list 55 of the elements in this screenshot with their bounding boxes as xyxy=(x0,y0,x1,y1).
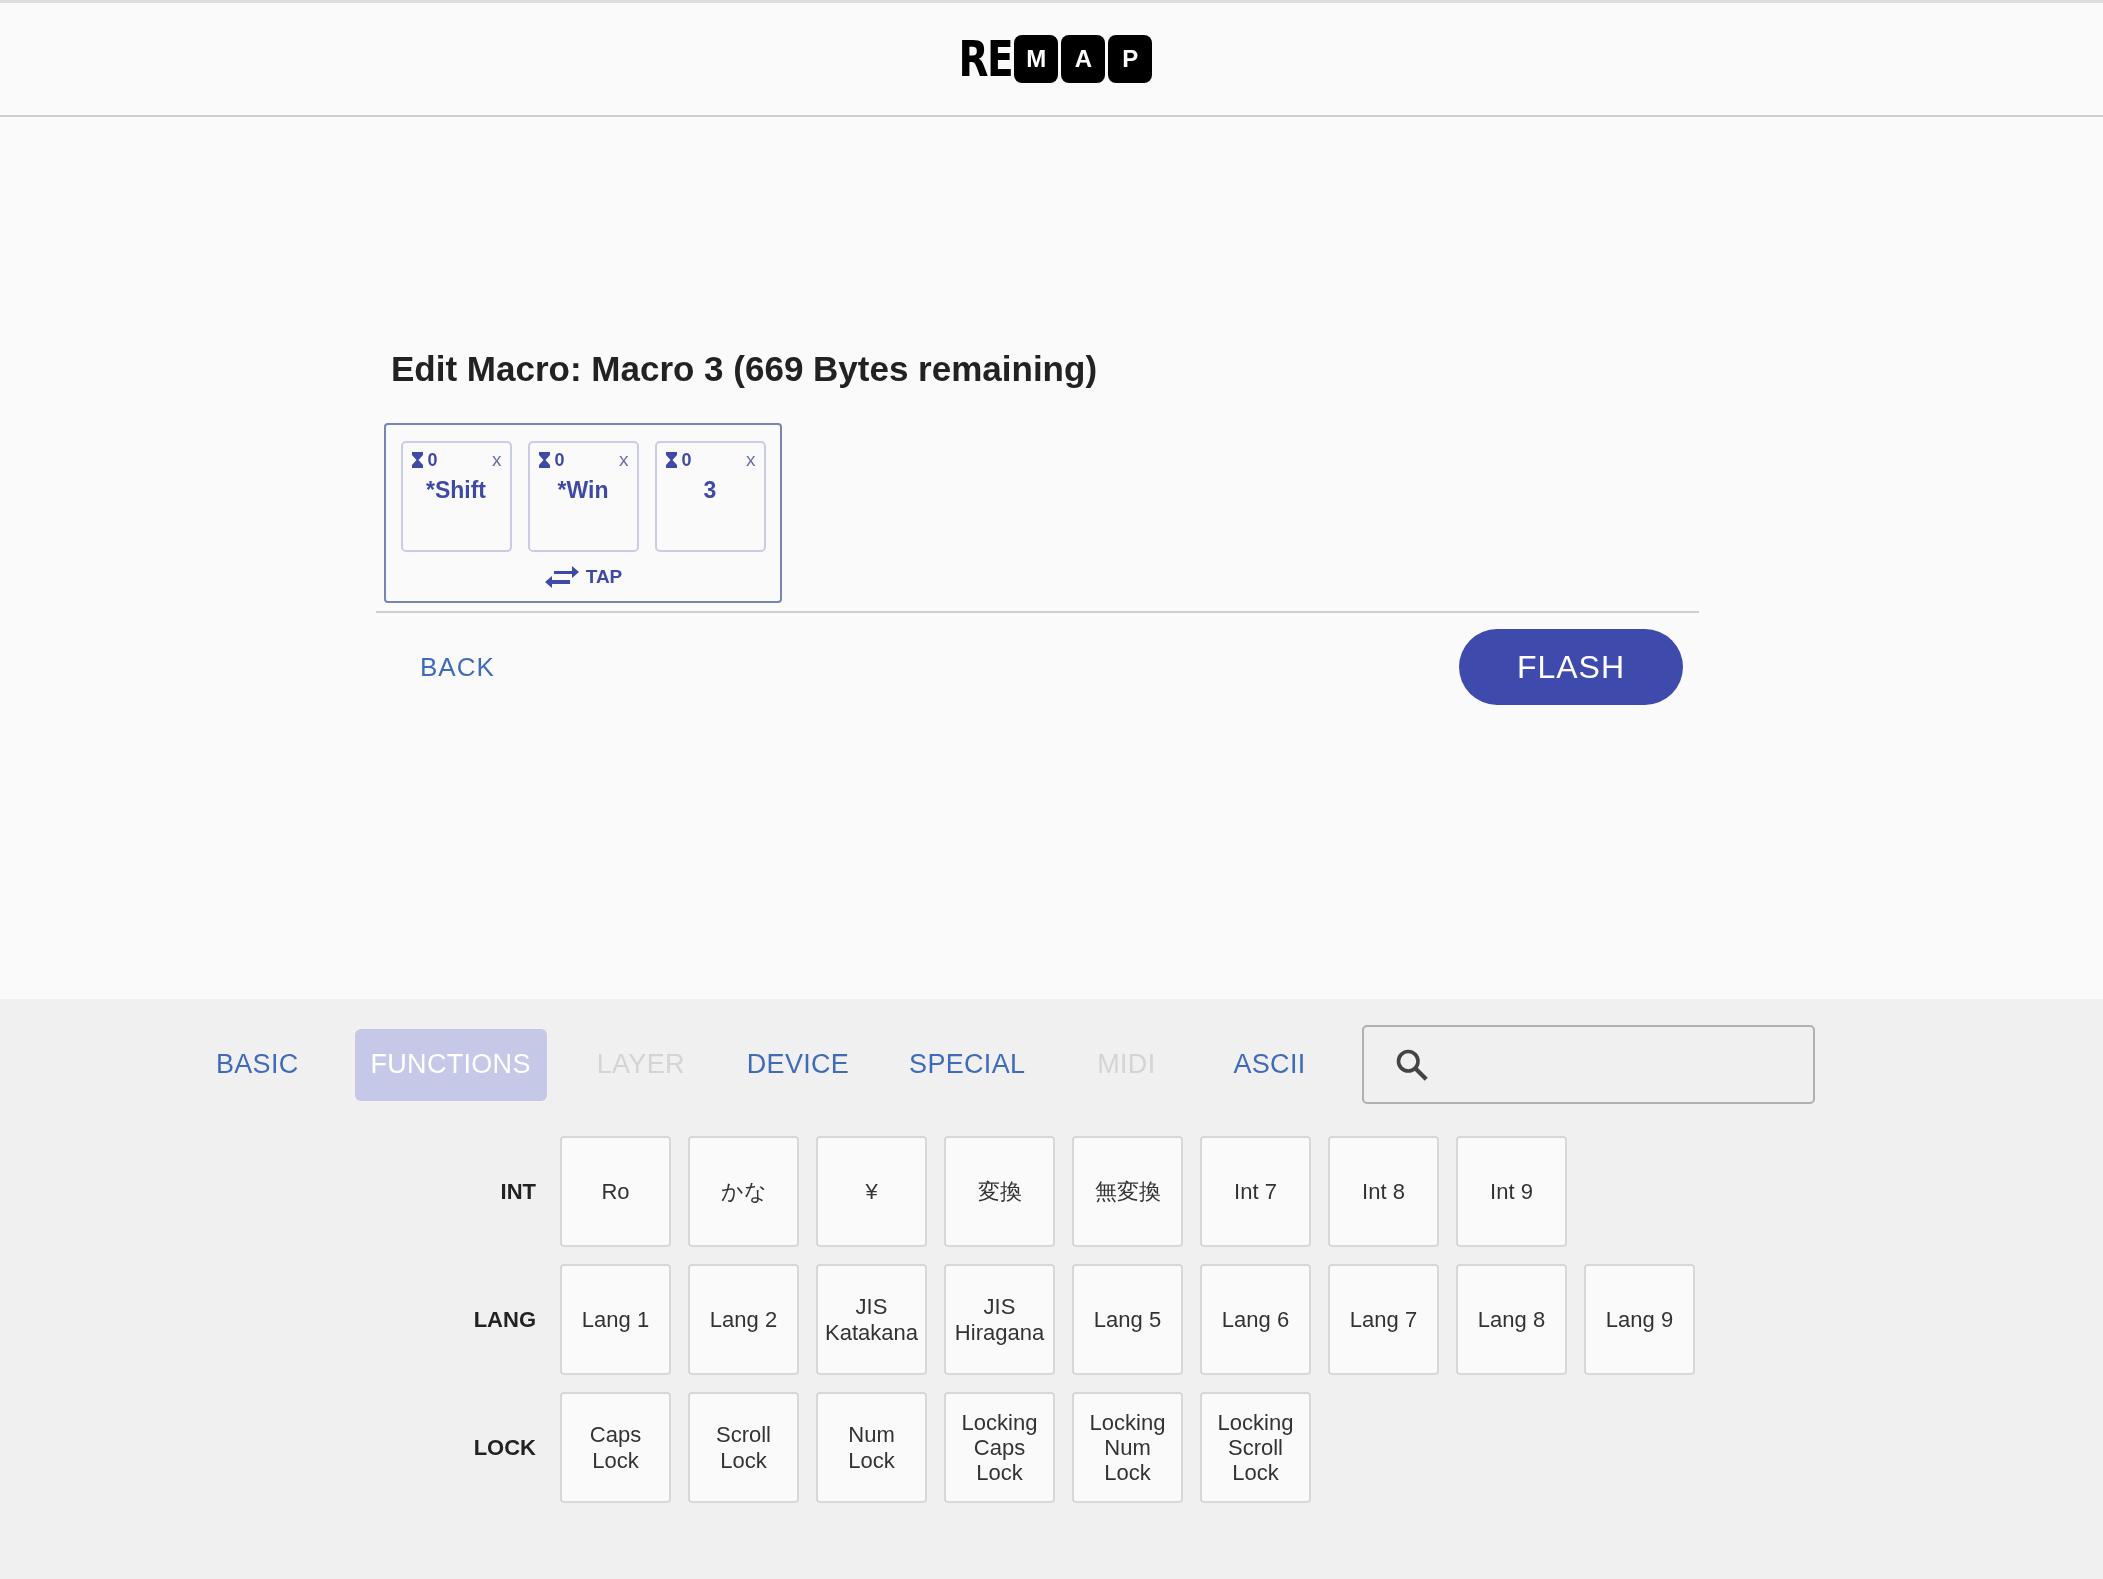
key-button[interactable]: 変換 xyxy=(944,1136,1055,1247)
group-label: LOCK xyxy=(472,1434,536,1461)
key-button[interactable]: Locking Num Lock xyxy=(1072,1392,1183,1503)
key-label: *Win xyxy=(556,477,610,504)
key-button[interactable]: Int 9 xyxy=(1456,1136,1567,1247)
search-field[interactable] xyxy=(1361,1025,1815,1104)
key-button[interactable]: Lang 7 xyxy=(1328,1264,1439,1375)
key-button[interactable]: Lang 6 xyxy=(1200,1264,1311,1375)
key-button[interactable]: Locking Caps Lock xyxy=(944,1392,1055,1503)
key-button[interactable]: Lang 5 xyxy=(1072,1264,1183,1375)
logo-letter: P xyxy=(1108,35,1153,83)
back-button[interactable]: BACK xyxy=(376,641,539,693)
close-button[interactable]: x xyxy=(619,449,629,471)
key-button[interactable]: Lang 2 xyxy=(688,1264,799,1375)
key-button[interactable]: Lang 9 xyxy=(1584,1264,1695,1375)
key-button[interactable]: Int 7 xyxy=(1200,1136,1311,1247)
macro-key[interactable]: 0 x *Win xyxy=(527,441,639,552)
swap-arrows-icon xyxy=(543,564,580,590)
key-button[interactable]: JIS Katakana xyxy=(816,1264,927,1375)
key-button[interactable]: Lang 8 xyxy=(1456,1264,1567,1375)
page-title: Edit Macro: Macro 3 (669 Bytes remaining) xyxy=(391,349,1099,389)
delay-value: 0 xyxy=(681,449,692,471)
key-button[interactable]: Locking Scroll Lock xyxy=(1200,1392,1311,1503)
key-button[interactable]: Ro xyxy=(560,1136,671,1247)
macro-key[interactable]: 0 x 3 xyxy=(654,441,766,552)
macro-key[interactable]: 0 x *Shift xyxy=(400,441,512,552)
delay-value: 0 xyxy=(427,449,438,471)
logo-letter: A xyxy=(1061,35,1106,83)
key-button[interactable]: Lang 1 xyxy=(560,1264,671,1375)
delay-value: 0 xyxy=(554,449,565,471)
key-button[interactable]: ¥ xyxy=(816,1136,927,1247)
key-button[interactable]: Int 8 xyxy=(1328,1136,1439,1247)
group-label: LANG xyxy=(472,1306,536,1333)
mode-label: TAP xyxy=(585,566,623,588)
key-button[interactable]: JIS Hiragana xyxy=(944,1264,1055,1375)
group-label: INT xyxy=(499,1178,536,1205)
key-button[interactable]: Scroll Lock xyxy=(688,1392,799,1503)
close-button[interactable]: x xyxy=(746,449,756,471)
category-tab[interactable]: DEVICE xyxy=(730,1028,866,1101)
hourglass-icon xyxy=(537,451,551,469)
key-button[interactable]: かな xyxy=(688,1136,799,1247)
hourglass-icon xyxy=(664,451,678,469)
key-button[interactable]: 無変換 xyxy=(1072,1136,1183,1247)
logo-letter: M xyxy=(1014,35,1059,83)
key-label: 3 xyxy=(702,477,718,504)
hourglass-icon xyxy=(410,451,424,469)
logo-text: RE xyxy=(958,30,1012,88)
close-button[interactable]: x xyxy=(492,449,502,471)
key-button[interactable]: Num Lock xyxy=(816,1392,927,1503)
flash-button[interactable]: FLASH xyxy=(1459,629,1683,705)
category-tab[interactable]: SPECIAL xyxy=(893,1028,1042,1101)
key-label: *Shift xyxy=(424,477,488,504)
key-button[interactable]: Caps Lock xyxy=(560,1392,671,1503)
category-tab[interactable]: ASCII xyxy=(1217,1028,1322,1101)
category-tab[interactable]: BASIC xyxy=(200,1028,315,1101)
